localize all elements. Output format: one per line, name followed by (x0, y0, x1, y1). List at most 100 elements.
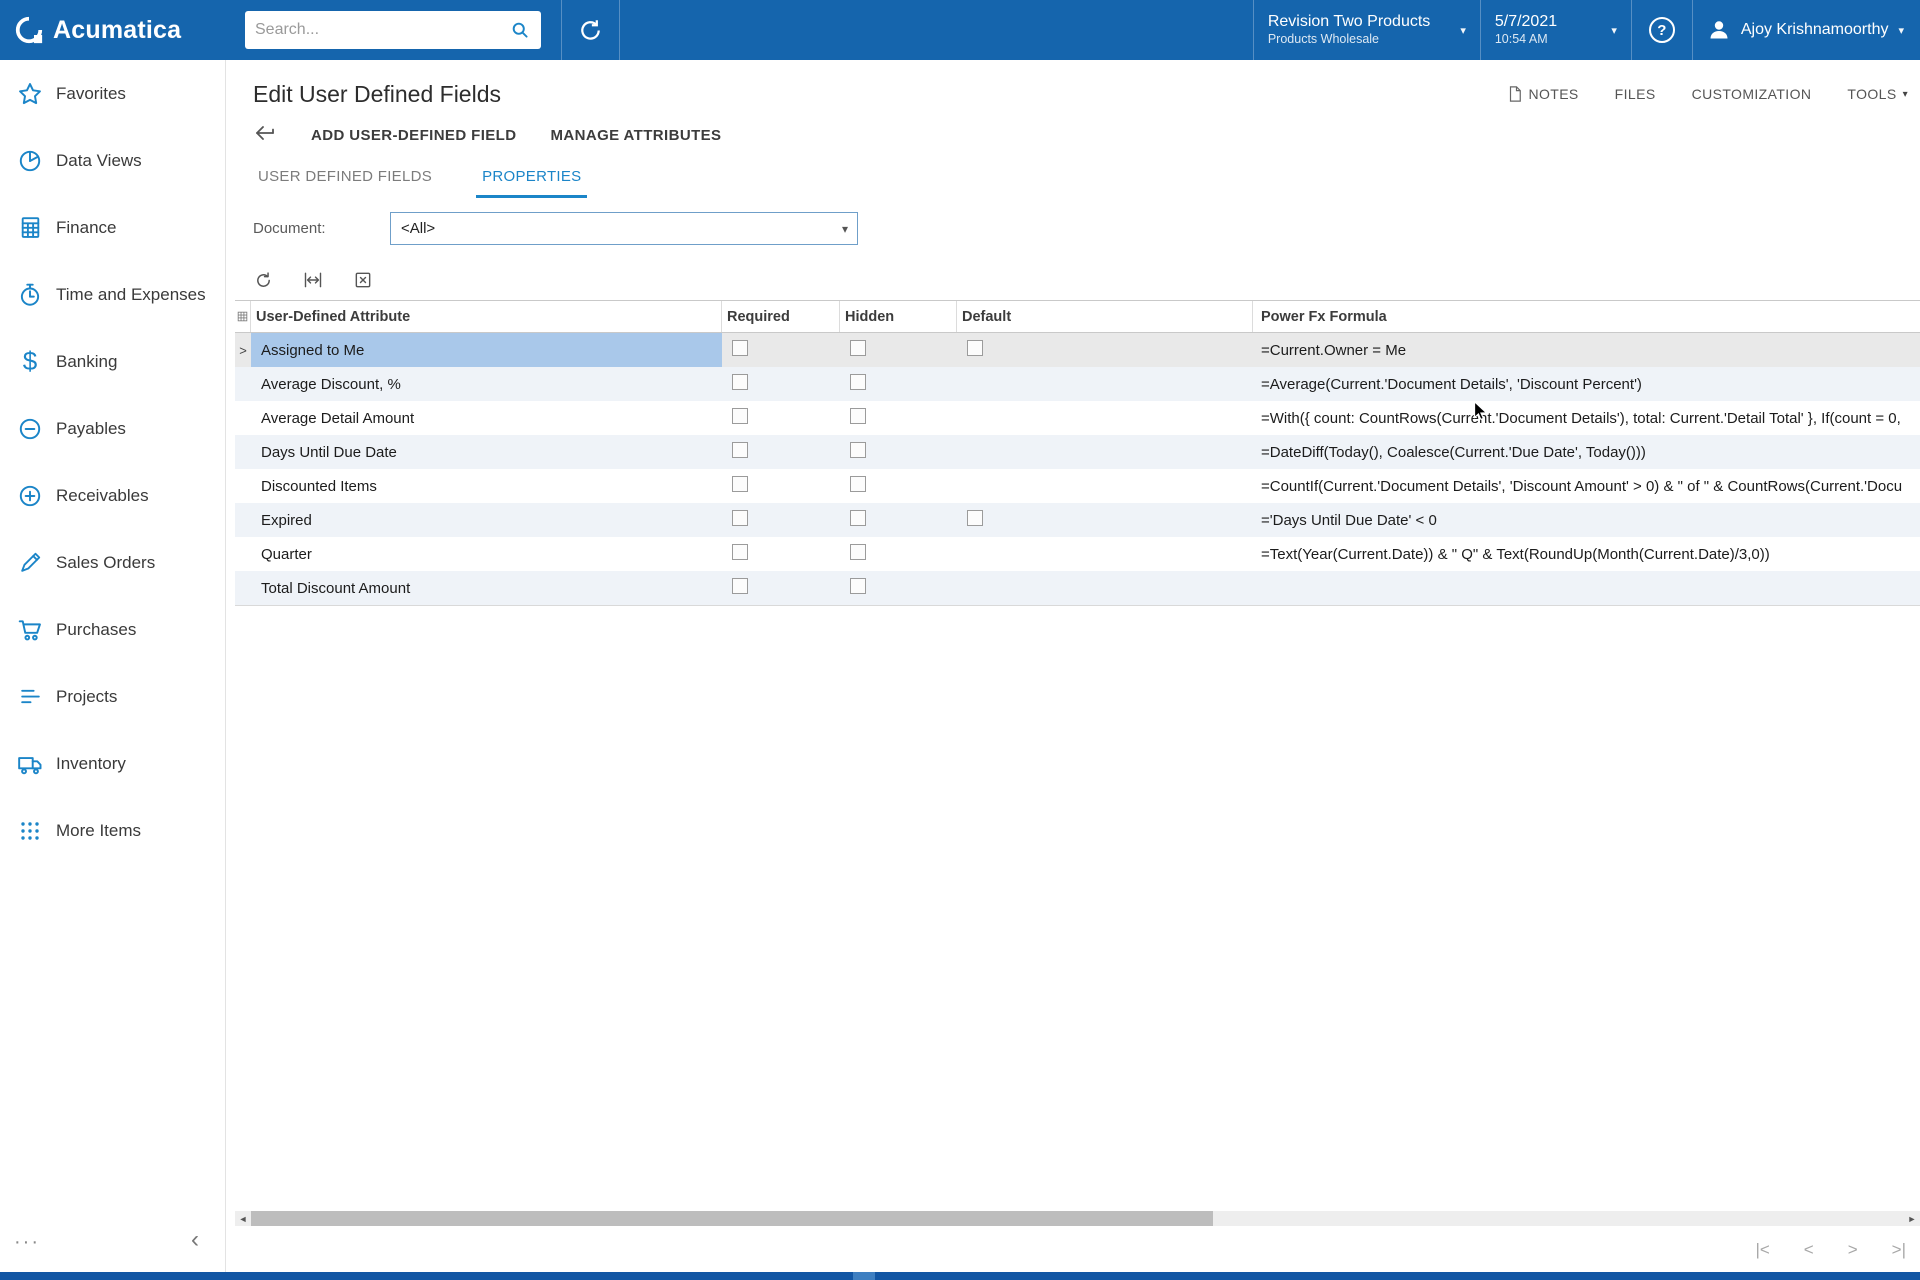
table-row[interactable]: Discounted Items =CountIf(Current.'Docum… (235, 469, 1920, 503)
next-page-button[interactable]: > (1848, 1240, 1858, 1260)
formula-cell[interactable]: =With({ count: CountRows(Current.'Docume… (1253, 410, 1920, 427)
sidebar-item-data-views[interactable]: Data Views (0, 127, 225, 194)
sidebar-item-projects[interactable]: Projects (0, 663, 225, 730)
hidden-checkbox[interactable] (850, 374, 866, 390)
previous-page-button[interactable]: < (1804, 1240, 1814, 1260)
calculator-icon (15, 213, 45, 243)
sidebar-item-banking[interactable]: $ Banking (0, 328, 225, 395)
tools-button[interactable]: TOOLS ▾ (1847, 86, 1908, 102)
grid-toolbar (251, 267, 1920, 293)
sidebar-item-more-items[interactable]: More Items (0, 797, 225, 864)
files-button[interactable]: FILES (1615, 86, 1656, 102)
required-checkbox[interactable] (732, 408, 748, 424)
default-checkbox[interactable] (967, 340, 983, 356)
hidden-checkbox[interactable] (850, 578, 866, 594)
customization-button[interactable]: CUSTOMIZATION (1692, 86, 1812, 102)
column-header-required[interactable]: Required (722, 301, 840, 332)
chevron-down-icon: ▾ (842, 222, 848, 236)
refresh-button[interactable] (251, 268, 275, 292)
search-icon[interactable] (510, 20, 531, 41)
attribute-cell[interactable]: Discounted Items (251, 469, 722, 503)
required-checkbox[interactable] (732, 578, 748, 594)
scroll-left-button[interactable]: ◄ (235, 1214, 251, 1224)
sidebar-item-favorites[interactable]: Favorites (0, 60, 225, 127)
sidebar-footer: ··· ‹ (0, 1231, 225, 1254)
sidebar-item-inventory[interactable]: Inventory (0, 730, 225, 797)
horizontal-scrollbar[interactable]: ◄ ► (235, 1211, 1920, 1226)
formula-cell[interactable]: ='Days Until Due Date' < 0 (1253, 512, 1920, 529)
main-content: Edit User Defined Fields NOTES FILES CUS… (227, 60, 1920, 1272)
table-row[interactable]: Average Discount, % =Average(Current.'Do… (235, 367, 1920, 401)
attribute-cell[interactable]: Average Discount, % (251, 367, 722, 401)
tab-properties[interactable]: PROPERTIES (476, 158, 587, 198)
search-input[interactable] (255, 21, 510, 39)
help-button[interactable]: ? (1632, 0, 1692, 60)
hidden-checkbox[interactable] (850, 476, 866, 492)
table-row[interactable]: Total Discount Amount (235, 571, 1920, 605)
formula-cell[interactable]: =Text(Year(Current.Date)) & " Q" & Text(… (1253, 546, 1920, 563)
attribute-cell[interactable]: Average Detail Amount (251, 401, 722, 435)
table-row[interactable]: Days Until Due Date =DateDiff(Today(), C… (235, 435, 1920, 469)
column-header-formula[interactable]: Power Fx Formula (1253, 301, 1920, 332)
tab-user-defined-fields[interactable]: USER DEFINED FIELDS (252, 158, 438, 198)
attribute-cell[interactable]: Expired (251, 503, 722, 537)
column-header-default[interactable]: Default (957, 301, 1253, 332)
global-search[interactable] (245, 11, 541, 49)
sidebar-item-time-and-expenses[interactable]: Time and Expenses (0, 261, 225, 328)
company-selector[interactable]: Revision Two Products Products Wholesale… (1254, 0, 1480, 60)
user-name: Ajoy Krishnamoorthy (1741, 21, 1889, 39)
table-row[interactable]: Average Detail Amount =With({ count: Cou… (235, 401, 1920, 435)
last-page-button[interactable]: >| (1892, 1240, 1906, 1260)
sidebar-item-purchases[interactable]: Purchases (0, 596, 225, 663)
refresh-icon (253, 270, 274, 291)
more-options-button[interactable]: ··· (14, 1231, 40, 1254)
column-header-attribute[interactable]: User-Defined Attribute (251, 301, 722, 332)
business-datetime-selector[interactable]: 5/7/2021 10:54 AM ▾ (1481, 0, 1631, 60)
sidebar-item-sales-orders[interactable]: Sales Orders (0, 529, 225, 596)
default-checkbox[interactable] (967, 510, 983, 526)
fit-to-screen-button[interactable] (301, 268, 325, 292)
required-checkbox[interactable] (732, 544, 748, 560)
required-checkbox[interactable] (732, 442, 748, 458)
export-to-excel-button[interactable] (351, 268, 375, 292)
table-row[interactable]: Quarter =Text(Year(Current.Date)) & " Q"… (235, 537, 1920, 571)
table-row[interactable]: > Assigned to Me =Current.Owner = Me (235, 333, 1920, 367)
document-select[interactable]: <All> ▾ (390, 212, 858, 245)
user-menu[interactable]: Ajoy Krishnamoorthy ▾ (1693, 0, 1920, 60)
attribute-cell[interactable]: Assigned to Me (251, 333, 722, 367)
sidebar-item-payables[interactable]: Payables (0, 395, 225, 462)
required-checkbox[interactable] (732, 510, 748, 526)
required-checkbox[interactable] (732, 340, 748, 356)
attribute-cell[interactable]: Total Discount Amount (251, 571, 722, 605)
hidden-checkbox[interactable] (850, 544, 866, 560)
tab-bar: USER DEFINED FIELDS PROPERTIES (252, 158, 1920, 198)
chevron-down-icon: ▾ (1611, 24, 1617, 37)
formula-cell[interactable]: =Current.Owner = Me (1253, 342, 1920, 359)
acumatica-logo[interactable]: Acumatica (0, 0, 226, 60)
table-row[interactable]: Expired ='Days Until Due Date' < 0 (235, 503, 1920, 537)
formula-cell[interactable]: =CountIf(Current.'Document Details', 'Di… (1253, 478, 1920, 495)
attribute-cell[interactable]: Days Until Due Date (251, 435, 722, 469)
hidden-checkbox[interactable] (850, 408, 866, 424)
first-page-button[interactable]: |< (1755, 1240, 1769, 1260)
notes-button[interactable]: NOTES (1508, 85, 1578, 103)
collapse-sidebar-button[interactable]: ‹ (191, 1231, 199, 1254)
back-button[interactable] (253, 121, 277, 149)
formula-cell[interactable]: =DateDiff(Today(), Coalesce(Current.'Due… (1253, 444, 1920, 461)
grid-settings-cell[interactable] (235, 301, 251, 332)
manage-attributes-button[interactable]: MANAGE ATTRIBUTES (550, 127, 721, 144)
scrollbar-thumb[interactable] (251, 1211, 1213, 1226)
sidebar-item-receivables[interactable]: Receivables (0, 462, 225, 529)
hidden-checkbox[interactable] (850, 340, 866, 356)
column-header-hidden[interactable]: Hidden (840, 301, 957, 332)
hidden-checkbox[interactable] (850, 510, 866, 526)
required-checkbox[interactable] (732, 476, 748, 492)
business-date-button[interactable] (562, 0, 619, 60)
formula-cell[interactable]: =Average(Current.'Document Details', 'Di… (1253, 376, 1920, 393)
add-user-defined-field-button[interactable]: ADD USER-DEFINED FIELD (311, 127, 516, 144)
scroll-right-button[interactable]: ► (1904, 1214, 1920, 1224)
sidebar-item-finance[interactable]: Finance (0, 194, 225, 261)
required-checkbox[interactable] (732, 374, 748, 390)
attribute-cell[interactable]: Quarter (251, 537, 722, 571)
hidden-checkbox[interactable] (850, 442, 866, 458)
